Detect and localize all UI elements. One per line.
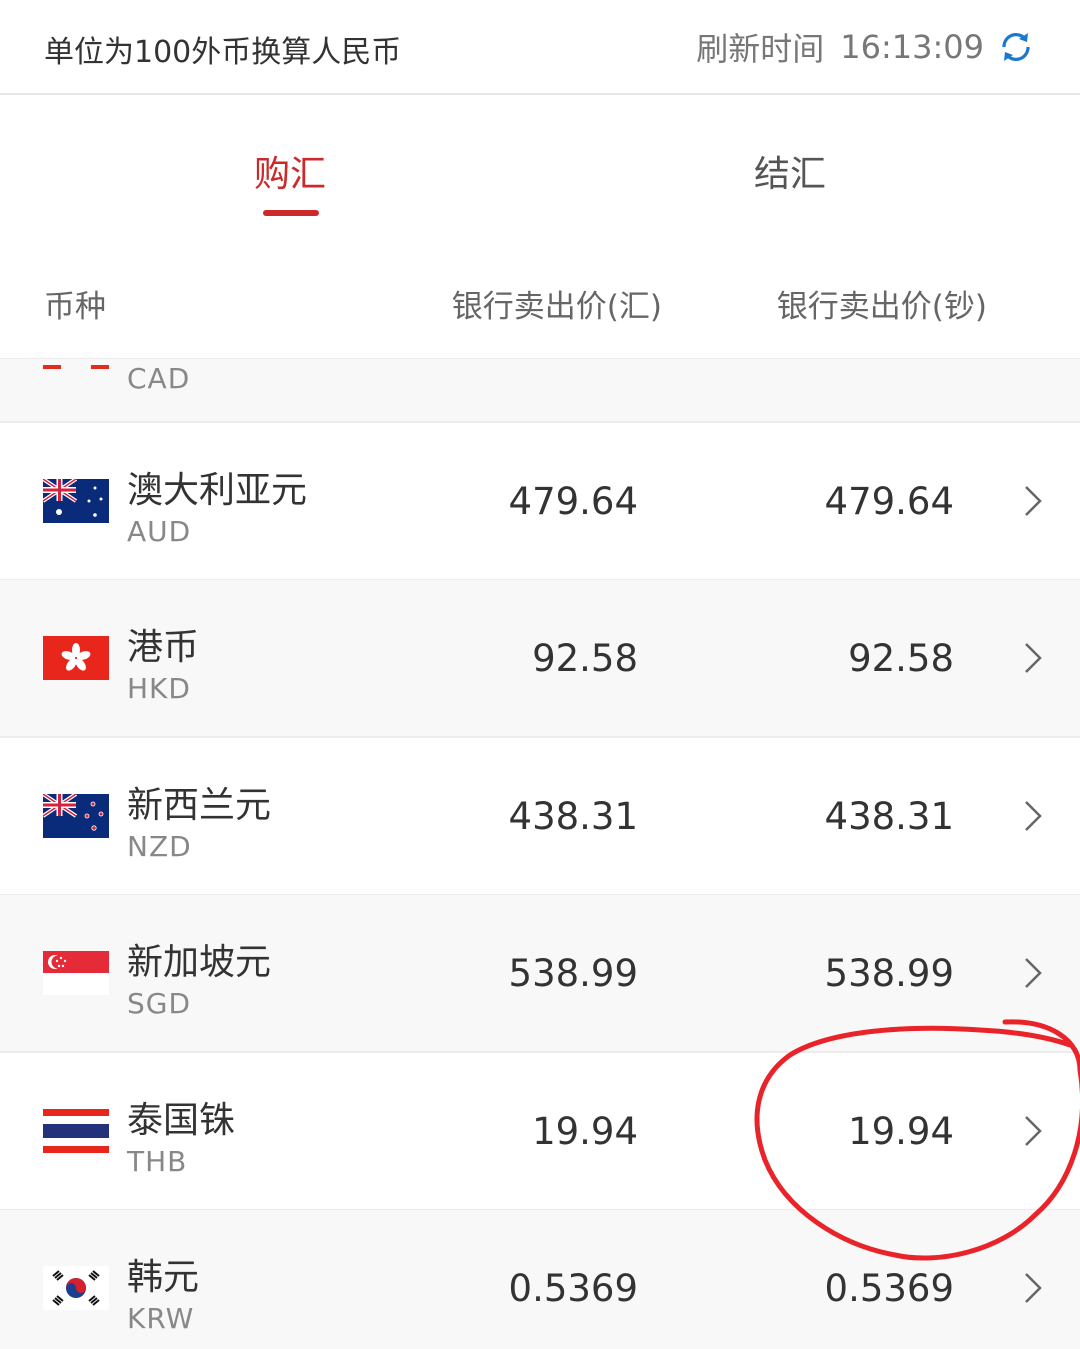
column-sell-cash: 银行卖出价(钞) [776,289,987,325]
rate-row-aud[interactable]: 澳大利亚元 AUD 479.64 479.64 [0,423,1080,581]
currency-name: 新西兰元 [127,785,272,826]
rate-row-nzd[interactable]: 新西兰元 NZD 438.31 438.31 [0,738,1080,896]
refresh-info: 刷新时间 16:13:09 [696,24,1036,70]
rate-list: CAD 澳大利亚元 AUD 479.64 479.64 港币 HKD 92.58… [0,359,1080,1349]
chevron-right-icon [1025,801,1042,831]
currency-code: CAD [127,362,191,395]
sell-cash-value: 19.94 [848,1110,954,1153]
currency-code: SGD [127,987,192,1020]
canada-flag-icon [43,365,109,369]
currency-code: KRW [127,1302,195,1335]
sell-transfer-value: 0.5369 [508,1267,638,1310]
currency-name: 新加坡元 [127,942,272,983]
active-tab-indicator [263,210,319,216]
refresh-time: 16:13:09 [840,28,984,66]
currency-code: AUD [127,515,192,548]
currency-code: HKD [127,672,191,705]
rate-row-krw[interactable]: 韩元 KRW 0.5369 0.5369 [0,1210,1080,1349]
column-currency: 币种 [44,289,106,325]
sell-transfer-value: 92.58 [532,637,638,680]
tab-bar: 购汇 结汇 [0,95,1080,245]
sell-transfer-value: 538.99 [508,952,638,995]
hong-kong-flag-icon [43,636,109,680]
currency-code: NZD [127,830,192,863]
australia-flag-icon [43,479,109,523]
rate-row-thb[interactable]: 泰国铢 THB 19.94 19.94 [0,1053,1080,1211]
currency-name: 泰国铢 [127,1100,236,1141]
sell-transfer-value: 19.94 [532,1110,638,1153]
currency-name: 港币 [127,627,200,668]
singapore-flag-icon [43,951,109,995]
column-header: 币种 银行卖出价(汇) 银行卖出价(钞) [0,245,1080,360]
tab-buy-fx[interactable]: 购汇 [190,145,390,197]
sell-cash-value: 438.31 [824,795,954,838]
chevron-right-icon [1025,1273,1042,1303]
sell-cash-value: 479.64 [824,480,954,523]
currency-name: 澳大利亚元 [127,470,308,511]
refresh-icon[interactable] [996,27,1036,67]
sell-cash-value: 92.58 [848,637,954,680]
sell-transfer-value: 479.64 [508,480,638,523]
currency-name: 韩元 [127,1257,200,1298]
korea-flag-icon [43,1266,109,1310]
rate-row-sgd[interactable]: 新加坡元 SGD 538.99 538.99 [0,895,1080,1053]
chevron-right-icon [1025,643,1042,673]
sell-transfer-value: 438.31 [508,795,638,838]
rate-row-cad[interactable]: CAD [0,359,1080,423]
top-bar: 单位为100外币换算人民币 刷新时间 16:13:09 [0,0,1080,95]
rate-row-hkd[interactable]: 港币 HKD 92.58 92.58 [0,580,1080,738]
refresh-label: 刷新时间 [696,30,825,68]
chevron-right-icon [1025,1116,1042,1146]
sell-cash-value: 538.99 [824,952,954,995]
tab-sell-fx[interactable]: 结汇 [690,145,890,197]
new-zealand-flag-icon [43,794,109,838]
currency-code: THB [127,1145,188,1178]
column-sell-transfer: 银行卖出价(汇) [451,289,662,325]
unit-note: 单位为100外币换算人民币 [44,35,402,70]
chevron-right-icon [1025,958,1042,988]
thailand-flag-icon [43,1109,109,1153]
chevron-right-icon [1025,486,1042,516]
sell-cash-value: 0.5369 [824,1267,954,1310]
